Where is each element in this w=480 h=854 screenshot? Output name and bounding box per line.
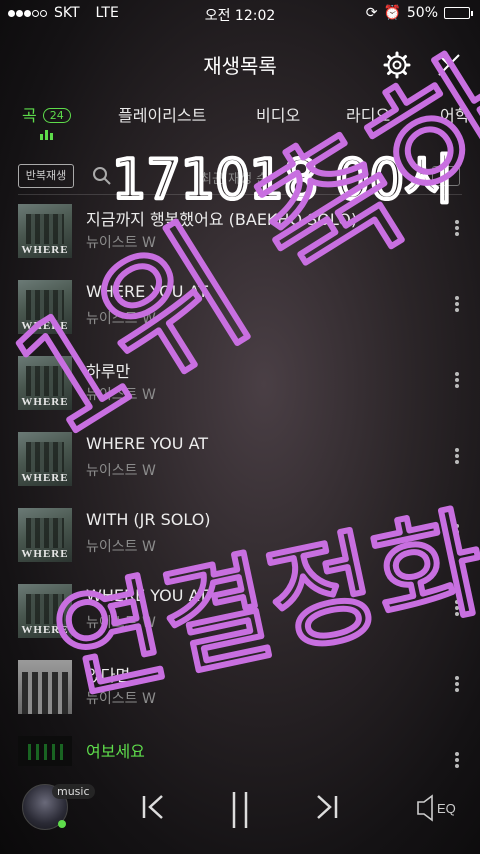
song-artist: 뉴이스트 W — [86, 539, 156, 555]
svg-text:EQ: EQ — [437, 801, 456, 816]
album-art — [18, 280, 72, 334]
more-options-icon[interactable] — [452, 446, 462, 470]
previous-icon[interactable] — [140, 790, 168, 824]
more-options-icon[interactable] — [452, 370, 462, 394]
header: 재생목록 — [0, 42, 480, 86]
mini-player: music EQ — [0, 770, 480, 854]
more-options-icon[interactable] — [452, 598, 462, 622]
next-icon[interactable] — [312, 790, 340, 824]
sort-label[interactable]: 최근 재생 순 — [200, 168, 268, 187]
tab-label: 곡 — [22, 106, 37, 125]
song-row[interactable]: 지금까지 행복했어요 (BAEKHO SOLO) 뉴이스트 W — [0, 196, 480, 270]
gear-icon[interactable] — [382, 50, 412, 80]
song-artist: 뉴이스트 W — [86, 235, 156, 251]
tab-radio[interactable]: 라디오 — [346, 102, 390, 126]
song-title: WITH (JR SOLO) — [86, 510, 211, 529]
alarm-icon: ⏰ — [383, 5, 401, 21]
song-artist: 뉴이스트 W — [86, 691, 156, 707]
tab-playlists[interactable]: 플레이리스트 — [118, 102, 206, 126]
song-artist: 뉴이스트 W — [86, 463, 156, 479]
song-row[interactable]: WHERE YOU AT 뉴이스트 W — [0, 272, 480, 346]
song-artist: 뉴이스트 W — [86, 615, 156, 631]
song-artist: 뉴이스트 W — [86, 387, 156, 403]
song-row[interactable]: WITH (JR SOLO) 뉴이스트 W — [0, 500, 480, 574]
more-options-icon[interactable] — [452, 522, 462, 546]
album-art — [18, 508, 72, 562]
eq-button[interactable]: EQ — [414, 792, 460, 824]
playing-indicator — [58, 820, 66, 828]
song-title: 지금까지 행복했어요 (BAEKHO SOLO) — [86, 210, 358, 229]
song-title: 있다면 — [86, 666, 131, 685]
song-artist: 뉴이스트 W — [86, 311, 156, 327]
album-art — [18, 204, 72, 258]
status-right: ⟳ ⏰ 50% — [365, 5, 473, 21]
song-title: WHERE YOU AT — [86, 434, 209, 453]
list-toolbar: 반복재생 최근 재생 순 — [0, 158, 480, 194]
tab-language[interactable]: 어학 — [440, 102, 469, 126]
song-title: WHERE YOU AT — [86, 586, 209, 605]
search-icon[interactable] — [92, 166, 112, 186]
music-label: music — [52, 784, 95, 799]
song-title: WHERE YOU AT — [86, 282, 209, 301]
repeat-button[interactable]: 반복재생 — [18, 164, 74, 188]
battery-icon — [444, 7, 473, 19]
more-options-icon[interactable] — [452, 294, 462, 318]
album-art — [18, 432, 72, 486]
close-icon[interactable] — [434, 50, 464, 80]
song-row[interactable]: WHERE YOU AT 뉴이스트 W — [0, 576, 480, 650]
category-tabs: 곡 24 플레이리스트 비디오 라디오 어학 — [0, 98, 480, 138]
status-bar: SKT LTE 오전 12:02 ⟳ ⏰ 50% — [0, 0, 480, 28]
album-art — [18, 356, 72, 410]
battery-percent: 50% — [406, 5, 438, 21]
more-options-icon[interactable] — [452, 674, 462, 698]
more-options-icon[interactable] — [452, 218, 462, 242]
song-row[interactable]: WHERE YOU AT 뉴이스트 W — [0, 424, 480, 498]
tab-songs[interactable]: 곡 24 — [22, 102, 71, 126]
equalizer-icon — [40, 130, 54, 140]
song-row[interactable]: 하루만뉴이스트 W — [0, 348, 480, 422]
pause-icon[interactable] — [226, 790, 254, 830]
song-row[interactable]: 있다면뉴이스트 W — [0, 652, 480, 726]
song-title: 하루만 — [86, 362, 131, 381]
rotation-lock-icon: ⟳ — [365, 5, 378, 21]
select-all-button[interactable] — [432, 166, 460, 186]
album-art — [18, 736, 72, 766]
tab-video[interactable]: 비디오 — [256, 102, 300, 126]
song-title: 여보세요 — [86, 742, 145, 761]
divider — [18, 194, 462, 195]
song-count-badge: 24 — [42, 108, 71, 123]
album-art — [18, 584, 72, 638]
album-art — [18, 660, 72, 714]
